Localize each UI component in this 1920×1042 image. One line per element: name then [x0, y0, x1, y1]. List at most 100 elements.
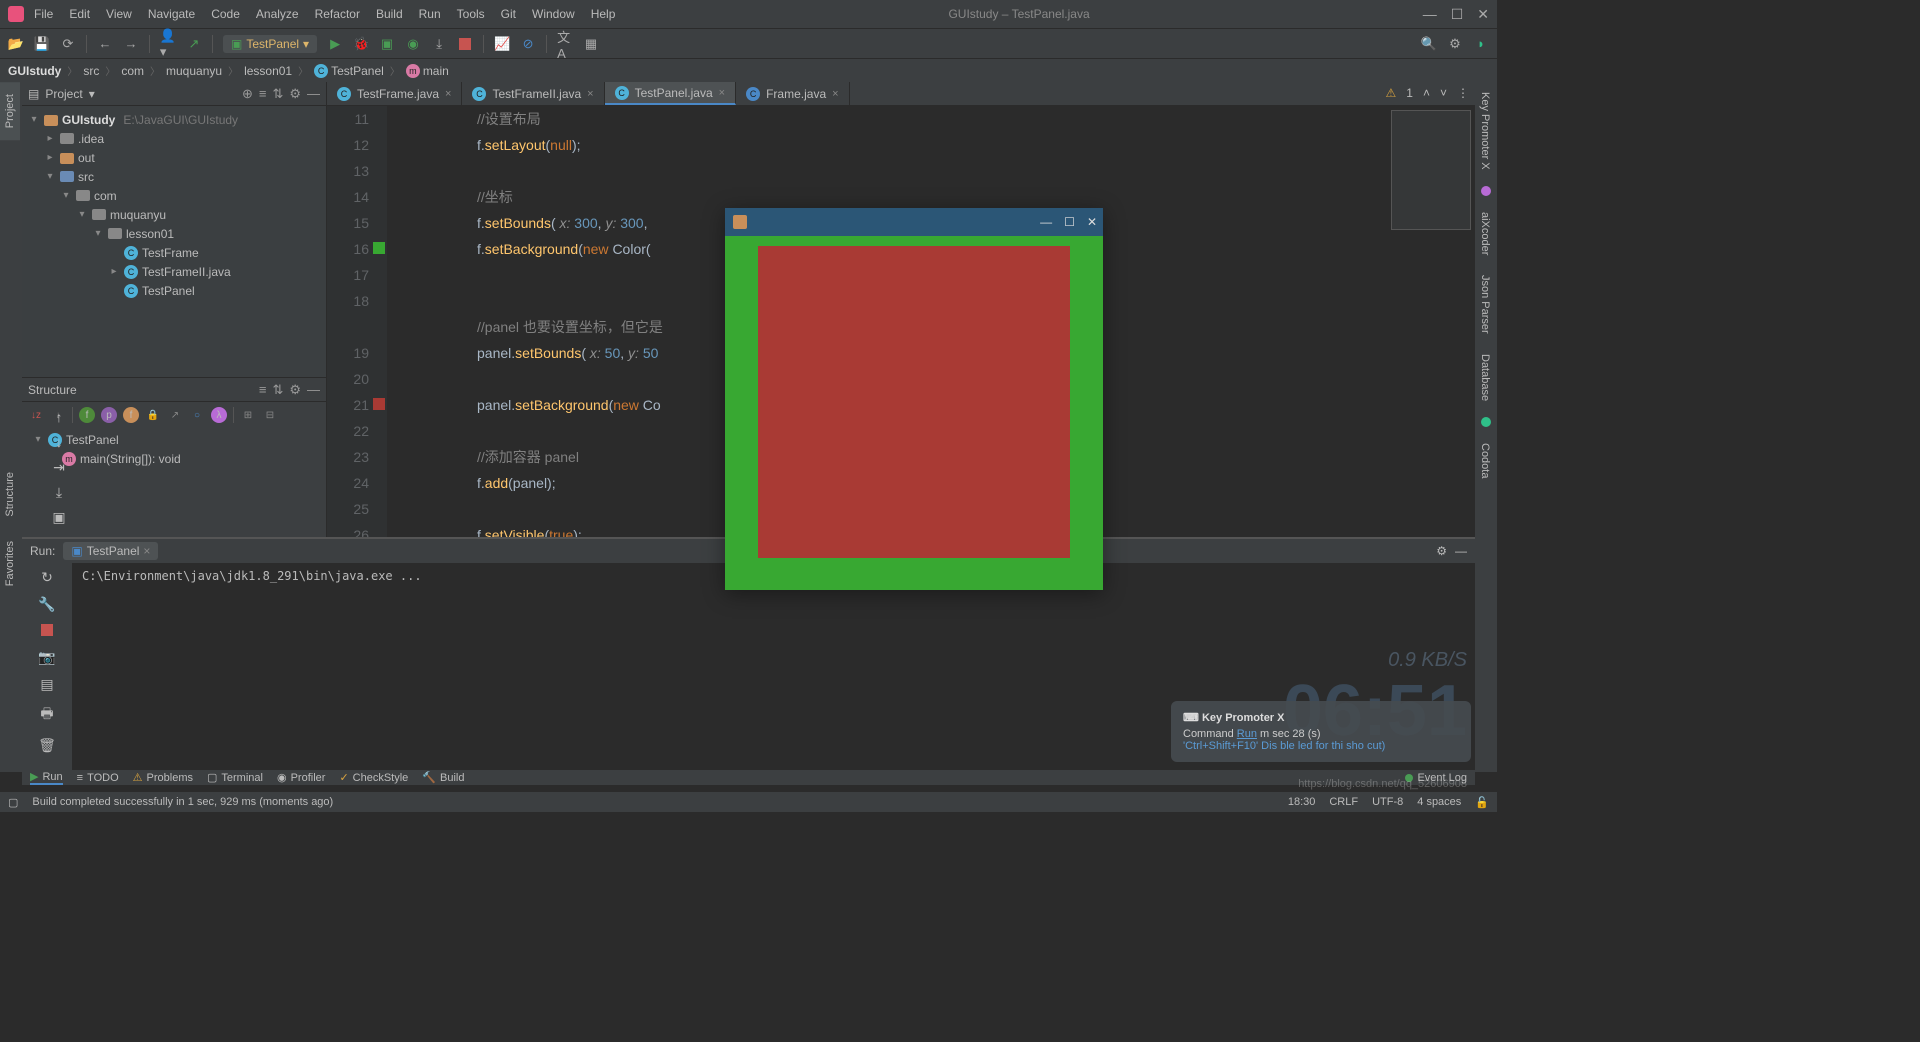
bottom-tab-terminal[interactable]: ▢Terminal: [207, 771, 263, 784]
forward-icon[interactable]: →: [123, 36, 139, 52]
breadcrumb-src[interactable]: src: [83, 64, 99, 78]
bottom-tab-run[interactable]: ▶Run: [30, 770, 63, 785]
chevron-down-icon[interactable]: ▾: [89, 87, 95, 101]
sort-alpha-icon[interactable]: ↓z: [28, 407, 44, 423]
expand-all-icon[interactable]: ⊞: [240, 407, 256, 423]
right-tab-jsonparser[interactable]: Json Parser: [1475, 265, 1495, 344]
gear-icon[interactable]: ⚙: [289, 382, 301, 398]
menu-git[interactable]: Git: [501, 7, 516, 21]
event-log-button[interactable]: Event Log: [1405, 772, 1467, 784]
right-tab-codota[interactable]: Codota: [1475, 433, 1495, 488]
menu-help[interactable]: Help: [591, 7, 616, 21]
menu-tools[interactable]: Tools: [457, 7, 485, 21]
close-tab-icon[interactable]: ×: [445, 88, 451, 100]
tree-row[interactable]: ▾com: [22, 186, 326, 205]
breadcrumb-pkg[interactable]: muquanyu: [166, 64, 222, 78]
structure-class[interactable]: ▾ C TestPanel: [22, 430, 326, 449]
menu-window[interactable]: Window: [532, 7, 575, 21]
expand-icon[interactable]: ⇅: [272, 382, 283, 398]
settings-icon[interactable]: ⚙: [1447, 36, 1463, 52]
collapse-icon[interactable]: ≡: [259, 86, 267, 101]
tree-row[interactable]: ▾src: [22, 167, 326, 186]
java-close-icon[interactable]: ✕: [1087, 215, 1097, 229]
wrap-icon[interactable]: ⇥: [53, 459, 65, 476]
tree-row[interactable]: CTestFrame: [22, 243, 326, 262]
next-icon[interactable]: ˅: [1440, 86, 1447, 100]
wrench-icon[interactable]: 🔧: [38, 596, 55, 613]
search-icon[interactable]: 🔍: [1421, 36, 1437, 52]
layout-icon[interactable]: ▤: [40, 676, 53, 693]
tree-row[interactable]: ▸CTestFrameII.java: [22, 262, 326, 281]
tree-row[interactable]: ▾muquanyu: [22, 205, 326, 224]
breadcrumb-method[interactable]: mmain: [406, 64, 449, 78]
tab-testframe[interactable]: CTestFrame.java×: [327, 82, 462, 105]
user-icon[interactable]: 👤▾: [160, 36, 176, 52]
lock-icon[interactable]: 🔒: [145, 407, 161, 423]
back-icon[interactable]: ←: [97, 36, 113, 52]
expand-icon[interactable]: ⇅: [272, 86, 283, 102]
prev-icon[interactable]: ˄: [1423, 86, 1430, 100]
save-icon[interactable]: 💾: [34, 36, 50, 52]
collapse-icon[interactable]: ≡: [259, 382, 267, 397]
tree-root[interactable]: ▾ GUIstudy E:\JavaGUI\GUIstudy: [22, 110, 326, 129]
tab-frame[interactable]: CFrame.java×: [736, 82, 849, 105]
target-icon[interactable]: ⊕: [242, 86, 253, 102]
anon-icon[interactable]: ○: [189, 407, 205, 423]
structure-method[interactable]: m main(String[]): void: [22, 449, 326, 468]
stop-icon[interactable]: [457, 36, 473, 52]
print-icon[interactable]: 🖶: [40, 703, 53, 727]
delete-icon[interactable]: 🗑: [38, 737, 56, 754]
menu-file[interactable]: File: [34, 7, 53, 21]
hide-icon[interactable]: —: [307, 86, 320, 101]
codota-icon[interactable]: [1481, 417, 1491, 427]
notification-popup[interactable]: ⌨ Key Promoter X Command Run m sec 28 (s…: [1171, 701, 1471, 762]
java-app-window[interactable]: — ☐ ✕: [725, 208, 1103, 590]
menu-code[interactable]: Code: [211, 7, 240, 21]
filter-icon[interactable]: ▣: [52, 509, 65, 526]
bottom-tab-problems[interactable]: ⚠Problems: [133, 771, 193, 784]
java-minimize-icon[interactable]: —: [1040, 215, 1052, 229]
breadcrumb-project[interactable]: GUIstudy: [8, 64, 61, 78]
gear-icon[interactable]: ⚙: [289, 86, 301, 102]
camera-icon[interactable]: 📷: [38, 649, 55, 666]
coverage-icon[interactable]: ▣: [379, 36, 395, 52]
layout-icon[interactable]: ▦: [583, 36, 599, 52]
debug-icon[interactable]: 🐞: [353, 36, 369, 52]
right-tab-database[interactable]: Database: [1475, 344, 1495, 411]
left-tab-favorites[interactable]: Favorites: [0, 529, 20, 598]
inherited-icon[interactable]: ↗: [167, 407, 183, 423]
bottom-tab-todo[interactable]: ≡TODO: [77, 772, 119, 784]
close-tab-icon[interactable]: ×: [587, 88, 593, 100]
right-tab-aixcoder[interactable]: aiXcoder: [1475, 202, 1495, 265]
props-icon[interactable]: p: [101, 407, 117, 423]
chart-icon[interactable]: 📈: [494, 36, 510, 52]
close-tab-icon[interactable]: ×: [719, 87, 725, 99]
hide-icon[interactable]: —: [307, 382, 320, 397]
left-tab-structure[interactable]: Structure: [0, 460, 20, 529]
close-icon[interactable]: ×: [143, 544, 150, 558]
scroll-icon[interactable]: ⤓: [56, 484, 62, 501]
warning-icon[interactable]: ⚠: [1386, 86, 1397, 100]
menu-build[interactable]: Build: [376, 7, 403, 21]
right-tab-keypromoter[interactable]: Key Promoter X: [1475, 82, 1495, 180]
menu-view[interactable]: View: [106, 7, 132, 21]
hide-icon[interactable]: —: [1455, 544, 1467, 558]
run-config-selector[interactable]: ▣ TestPanel ▾: [223, 35, 317, 53]
maximize-icon[interactable]: ☐: [1451, 6, 1464, 23]
left-tab-project[interactable]: Project: [0, 82, 20, 140]
bottom-tab-profiler[interactable]: ◉Profiler: [277, 771, 325, 784]
menu-refactor[interactable]: Refactor: [315, 7, 360, 21]
up-icon[interactable]: ↑: [56, 409, 63, 425]
run-icon[interactable]: ▶: [327, 36, 343, 52]
rerun-icon[interactable]: ↻: [41, 569, 53, 586]
more-icon[interactable]: ⋮: [1457, 86, 1469, 100]
menu-run[interactable]: Run: [419, 7, 441, 21]
open-icon[interactable]: 📂: [8, 36, 24, 52]
bottom-tab-checkstyle[interactable]: ✓CheckStyle: [339, 771, 408, 784]
gear-icon[interactable]: ⚙: [1436, 544, 1447, 558]
lock-icon[interactable]: 🔓: [1475, 796, 1489, 809]
menu-analyze[interactable]: Analyze: [256, 7, 299, 21]
menu-edit[interactable]: Edit: [69, 7, 90, 21]
plugin-icon[interactable]: ◗: [1473, 36, 1489, 52]
tree-row[interactable]: CTestPanel: [22, 281, 326, 300]
